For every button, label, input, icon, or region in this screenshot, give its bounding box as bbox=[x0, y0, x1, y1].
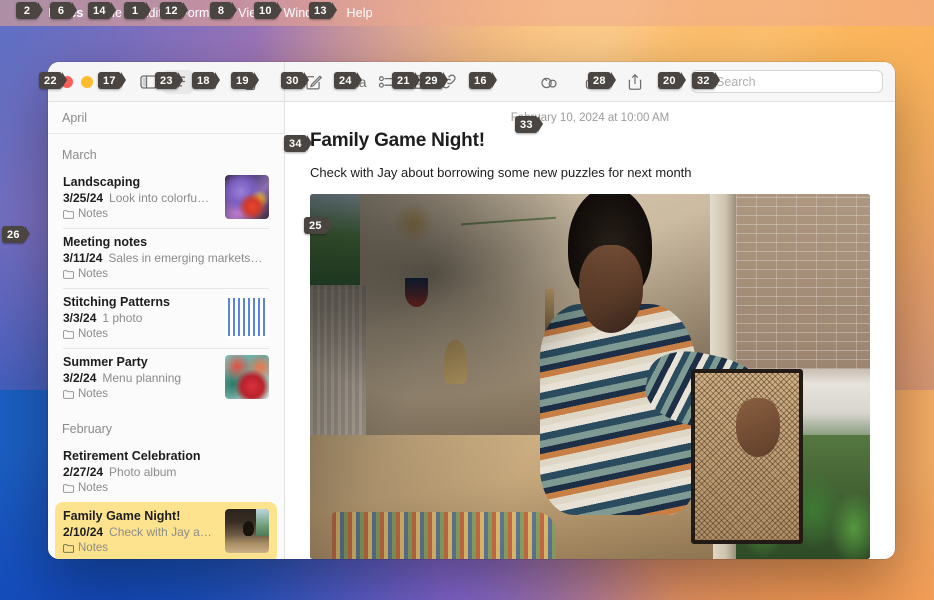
list-item[interactable]: Stitching Patterns 3/3/24 1 photo Notes bbox=[55, 288, 277, 348]
badge-menu-format: 12 bbox=[160, 2, 188, 19]
note-detail-pane[interactable]: February 10, 2024 at 10:00 AM Family Gam… bbox=[285, 102, 895, 559]
note-folder: Notes bbox=[63, 482, 269, 494]
note-folder-label: Notes bbox=[78, 542, 109, 554]
share-icon[interactable] bbox=[620, 70, 650, 94]
note-snippet: Look into colorfu… bbox=[109, 191, 210, 205]
folder-icon bbox=[63, 483, 74, 493]
badge-note-title: 34 bbox=[284, 135, 312, 152]
note-folder: Notes bbox=[63, 268, 269, 280]
badge-menu-view: 8 bbox=[210, 2, 237, 19]
badge-table: 29 bbox=[420, 72, 448, 89]
note-thumbnail bbox=[225, 355, 269, 399]
note-folder: Notes bbox=[63, 208, 217, 220]
collaborate-icon[interactable] bbox=[535, 70, 565, 94]
badge-zoom-button: 17 bbox=[98, 72, 126, 89]
list-item-selected[interactable]: Family Game Night! 2/10/24 Check with Ja… bbox=[55, 502, 277, 559]
badge-trash: 19 bbox=[231, 72, 259, 89]
folder-icon bbox=[63, 389, 74, 399]
note-thumbnail bbox=[225, 509, 269, 553]
badge-close-button: 22 bbox=[39, 72, 67, 89]
badge-search: 32 bbox=[692, 72, 720, 89]
badge-menu-edit: 1 bbox=[124, 2, 151, 19]
note-date: 3/2/24 bbox=[63, 371, 97, 385]
note-snippet: Sales in emerging markets… bbox=[108, 251, 263, 265]
folder-icon bbox=[63, 269, 74, 279]
badge-desktop: 26 bbox=[2, 226, 30, 243]
note-photo[interactable] bbox=[310, 194, 870, 559]
photo-puzzle-pieces bbox=[332, 511, 557, 559]
badge-note-timestamp: 33 bbox=[515, 116, 543, 133]
note-title: Summer Party bbox=[63, 355, 148, 369]
folder-icon bbox=[63, 209, 74, 219]
note-folder-label: Notes bbox=[78, 328, 109, 340]
note-date: 3/25/24 bbox=[63, 191, 104, 205]
note-title: Family Game Night! bbox=[63, 509, 181, 523]
note-title: Landscaping bbox=[63, 175, 141, 189]
note-title: Retirement Celebration bbox=[63, 449, 201, 463]
badge-collaborate: 28 bbox=[588, 72, 616, 89]
badge-menu-help: 13 bbox=[309, 2, 337, 19]
photo-wall-racket bbox=[444, 340, 467, 384]
month-header-february: February bbox=[62, 422, 113, 436]
list-item[interactable]: Landscaping 3/25/24 Look into colorfu… N… bbox=[55, 168, 277, 228]
note-date: 2/27/24 bbox=[63, 465, 104, 479]
badge-menu-notes: 6 bbox=[50, 2, 77, 19]
list-item[interactable]: Retirement Celebration 2/27/24 Photo alb… bbox=[55, 442, 277, 502]
note-thumbnail bbox=[225, 175, 269, 219]
note-date: 3/11/24 bbox=[63, 251, 103, 265]
search-placeholder: Search bbox=[716, 74, 756, 89]
note-date: 3/3/24 bbox=[63, 311, 97, 325]
badge-compose: 30 bbox=[281, 72, 309, 89]
badge-share: 20 bbox=[658, 72, 686, 89]
photo-chair-right bbox=[690, 369, 803, 545]
photo-boy-hand bbox=[735, 398, 781, 457]
folder-icon bbox=[63, 329, 74, 339]
badge-menu-window: 10 bbox=[254, 2, 282, 19]
badge-checklist: 21 bbox=[392, 72, 420, 89]
badge-note-photo: 25 bbox=[304, 217, 332, 234]
badge-menu-file: 14 bbox=[88, 2, 116, 19]
badge-format-aa: 24 bbox=[334, 72, 362, 89]
note-folder-label: Notes bbox=[78, 388, 109, 400]
note-folder: Notes bbox=[63, 388, 217, 400]
badge-apple-menu: 2 bbox=[16, 2, 43, 19]
notes-window: Aa ▾ ▾ bbox=[48, 62, 895, 559]
window-body: April March Landscaping 3/25/24 Look int… bbox=[48, 102, 895, 559]
photo-boy-face bbox=[578, 245, 644, 333]
note-title: Stitching Patterns bbox=[63, 295, 170, 309]
page-title[interactable]: Family Game Night! bbox=[285, 130, 895, 152]
note-snippet: Menu planning bbox=[102, 371, 182, 385]
note-date: 2/10/24 bbox=[63, 525, 104, 539]
list-item[interactable]: Meeting notes 3/11/24 Sales in emerging … bbox=[55, 228, 277, 288]
photo-wall-starburst bbox=[394, 201, 434, 246]
photo-left-window bbox=[310, 194, 361, 289]
note-snippet: Check with Jay a… bbox=[109, 525, 212, 539]
badge-link: 16 bbox=[469, 72, 497, 89]
note-body-text[interactable]: Check with Jay about borrowing some new … bbox=[285, 152, 895, 180]
note-folder-label: Notes bbox=[78, 268, 109, 280]
menu-item-help[interactable]: Help bbox=[338, 5, 382, 21]
folder-icon bbox=[63, 543, 74, 553]
note-folder: Notes bbox=[63, 328, 217, 340]
search-input[interactable]: Search bbox=[691, 70, 883, 93]
minimize-button[interactable] bbox=[81, 75, 93, 88]
note-folder: Notes bbox=[63, 542, 217, 554]
note-timestamp: February 10, 2024 at 10:00 AM bbox=[510, 112, 670, 124]
note-title: Meeting notes bbox=[63, 235, 148, 249]
badge-list-view: 23 bbox=[155, 72, 183, 89]
list-item[interactable]: Summer Party 3/2/24 Menu planning Notes bbox=[55, 348, 277, 408]
photo-curtain bbox=[310, 285, 366, 454]
note-folder-label: Notes bbox=[78, 482, 109, 494]
photo-wall-boat bbox=[405, 277, 428, 308]
badge-gallery-view: 18 bbox=[192, 72, 220, 89]
notes-list-pane[interactable]: April March Landscaping 3/25/24 Look int… bbox=[48, 102, 285, 559]
note-snippet: 1 photo bbox=[102, 311, 143, 325]
month-header-march: March bbox=[62, 148, 97, 162]
note-thumbnail bbox=[225, 295, 269, 339]
month-header-pinned: April bbox=[48, 102, 284, 134]
note-folder-label: Notes bbox=[78, 208, 109, 220]
note-snippet: Photo album bbox=[109, 465, 177, 479]
photo-brick-wall bbox=[735, 194, 870, 370]
